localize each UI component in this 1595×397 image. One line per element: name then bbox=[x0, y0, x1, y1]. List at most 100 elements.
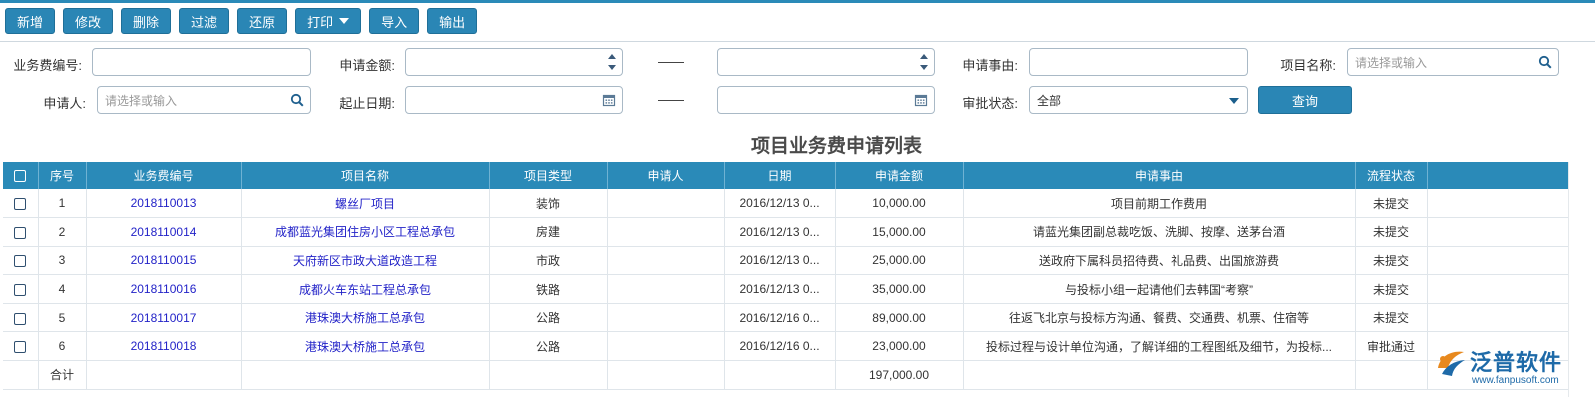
cell-applicant bbox=[607, 331, 725, 362]
col-date[interactable]: 日期 bbox=[724, 162, 836, 189]
row-checkbox[interactable] bbox=[14, 341, 27, 354]
cell-no: 6 bbox=[38, 331, 87, 362]
project-label: 项目名称: bbox=[1280, 58, 1336, 73]
row-select-cell[interactable] bbox=[3, 217, 39, 247]
amount-from-input[interactable] bbox=[405, 48, 623, 76]
cell-reason: 送政府下属科员招待费、礼品费、出国旅游费 bbox=[963, 246, 1356, 276]
print-button[interactable]: 打印 bbox=[295, 8, 362, 34]
vertical-scrollbar[interactable] bbox=[1568, 162, 1569, 397]
chevron-down-icon bbox=[1229, 98, 1239, 104]
row-select-cell[interactable] bbox=[3, 246, 39, 276]
row-checkbox[interactable] bbox=[14, 312, 27, 325]
page-title: 项目业务费申请列表 bbox=[750, 136, 922, 157]
date-to-input[interactable] bbox=[717, 86, 935, 114]
data-table: 序号 业务费编号 项目名称 项目类型 申请人 日期 申请金额 申请事由 流程状态… bbox=[3, 162, 1569, 390]
calendar-icon[interactable] bbox=[914, 93, 928, 107]
cell-project-link[interactable]: 成都蓝光集团住房小区工程总承包 bbox=[241, 217, 490, 247]
query-button[interactable]: 查询 bbox=[1258, 86, 1352, 114]
cell-type: 市政 bbox=[489, 246, 608, 276]
restore-button[interactable]: 还原 bbox=[237, 8, 288, 34]
cell-no: 4 bbox=[38, 274, 87, 304]
search-icon[interactable] bbox=[290, 93, 304, 107]
cell-code-link[interactable]: 2018110016 bbox=[86, 274, 242, 304]
table-row[interactable]: 3 2018110015 天府新区市政大道改造工程 市政 2016/12/13 … bbox=[3, 246, 1569, 276]
cell-no: 3 bbox=[38, 246, 87, 276]
cell-amount: 25,000.00 bbox=[835, 246, 964, 276]
col-type[interactable]: 项目类型 bbox=[489, 162, 608, 189]
cell-applicant bbox=[607, 303, 725, 333]
cell-project-link[interactable]: 螺丝厂项目 bbox=[241, 189, 490, 219]
spinner-icon[interactable] bbox=[608, 54, 616, 70]
restore-button-label: 还原 bbox=[249, 14, 276, 30]
cell-code-link[interactable]: 2018110014 bbox=[86, 217, 242, 247]
total-label: 合计 bbox=[38, 360, 87, 390]
code-input[interactable] bbox=[92, 48, 311, 76]
export-button-label: 输出 bbox=[439, 14, 466, 30]
add-button[interactable]: 新增 bbox=[5, 8, 56, 34]
print-button-label: 打印 bbox=[307, 14, 334, 30]
import-button[interactable]: 导入 bbox=[369, 8, 420, 34]
row-checkbox[interactable] bbox=[14, 226, 27, 239]
cell-date: 2016/12/16 0... bbox=[724, 331, 836, 362]
spinner-icon[interactable] bbox=[920, 54, 928, 70]
table-row[interactable]: 2 2018110014 成都蓝光集团住房小区工程总承包 房建 2016/12/… bbox=[3, 217, 1569, 247]
cell-project-link[interactable]: 港珠澳大桥施工总承包 bbox=[241, 303, 490, 333]
search-icon[interactable] bbox=[1538, 55, 1552, 69]
table-row[interactable]: 4 2018110016 成都火车东站工程总承包 铁路 2016/12/13 0… bbox=[3, 274, 1569, 304]
cell-applicant bbox=[607, 189, 725, 219]
col-project[interactable]: 项目名称 bbox=[241, 162, 490, 189]
cell-project-link[interactable]: 港珠澳大桥施工总承包 bbox=[241, 331, 490, 362]
project-input[interactable]: 请选择或输入 bbox=[1347, 48, 1559, 76]
select-all-cell[interactable] bbox=[3, 162, 39, 189]
applicant-label: 申请人: bbox=[43, 96, 86, 111]
reason-input[interactable] bbox=[1029, 48, 1248, 76]
cell-reason: 投标过程与设计单位沟通，了解详细的工程图纸及细节，为投标... bbox=[963, 331, 1356, 362]
delete-button-label: 删除 bbox=[133, 14, 160, 30]
filter-button[interactable]: 过滤 bbox=[179, 8, 230, 34]
total-row: 合计 197,000.00 bbox=[3, 360, 1569, 390]
range-dash bbox=[658, 62, 684, 63]
cell-project-link[interactable]: 成都火车东站工程总承包 bbox=[241, 274, 490, 304]
cell-code-link[interactable]: 2018110017 bbox=[86, 303, 242, 333]
row-checkbox[interactable] bbox=[14, 197, 27, 210]
edit-button[interactable]: 修改 bbox=[63, 8, 114, 34]
table-row[interactable]: 5 2018110017 港珠澳大桥施工总承包 公路 2016/12/16 0.… bbox=[3, 303, 1569, 333]
total-empty-cell bbox=[607, 360, 725, 390]
col-reason[interactable]: 申请事由 bbox=[963, 162, 1356, 189]
col-code[interactable]: 业务费编号 bbox=[86, 162, 242, 189]
project-placeholder: 请选择或输入 bbox=[1355, 55, 1428, 70]
row-select-cell[interactable] bbox=[3, 189, 39, 219]
applicant-input[interactable]: 请选择或输入 bbox=[97, 86, 311, 114]
cell-code-link[interactable]: 2018110018 bbox=[86, 331, 242, 362]
cell-type: 公路 bbox=[489, 303, 608, 333]
cell-code-link[interactable]: 2018110013 bbox=[86, 189, 242, 219]
export-button[interactable]: 输出 bbox=[427, 8, 478, 34]
row-checkbox[interactable] bbox=[14, 255, 27, 268]
table-row[interactable]: 6 2018110018 港珠澳大桥施工总承包 公路 2016/12/16 0.… bbox=[3, 331, 1569, 362]
row-checkbox[interactable] bbox=[14, 283, 27, 296]
col-filler bbox=[1427, 162, 1569, 189]
row-select-cell[interactable] bbox=[3, 303, 39, 333]
cell-filler bbox=[1427, 274, 1569, 304]
top-accent-line bbox=[0, 0, 1595, 3]
date-from-input[interactable] bbox=[405, 86, 623, 114]
row-select-cell[interactable] bbox=[3, 331, 39, 362]
amount-to-input[interactable] bbox=[717, 48, 935, 76]
code-label: 业务费编号: bbox=[13, 58, 82, 73]
row-select-cell[interactable] bbox=[3, 274, 39, 304]
delete-button[interactable]: 删除 bbox=[121, 8, 172, 34]
col-no[interactable]: 序号 bbox=[38, 162, 87, 189]
edit-button-label: 修改 bbox=[75, 14, 102, 30]
col-amount[interactable]: 申请金额 bbox=[835, 162, 964, 189]
table-row[interactable]: 1 2018110013 螺丝厂项目 装饰 2016/12/13 0... 10… bbox=[3, 189, 1569, 219]
col-status[interactable]: 流程状态 bbox=[1355, 162, 1428, 189]
select-all-checkbox[interactable] bbox=[14, 170, 27, 183]
cell-type: 公路 bbox=[489, 331, 608, 362]
logo-url: www.fanpusoft.com bbox=[1472, 375, 1559, 386]
calendar-icon[interactable] bbox=[602, 93, 616, 107]
status-select[interactable]: 全部 bbox=[1029, 86, 1248, 114]
cell-project-link[interactable]: 天府新区市政大道改造工程 bbox=[241, 246, 490, 276]
col-applicant[interactable]: 申请人 bbox=[607, 162, 725, 189]
cell-code-link[interactable]: 2018110015 bbox=[86, 246, 242, 276]
toolbar-divider bbox=[0, 41, 1595, 42]
